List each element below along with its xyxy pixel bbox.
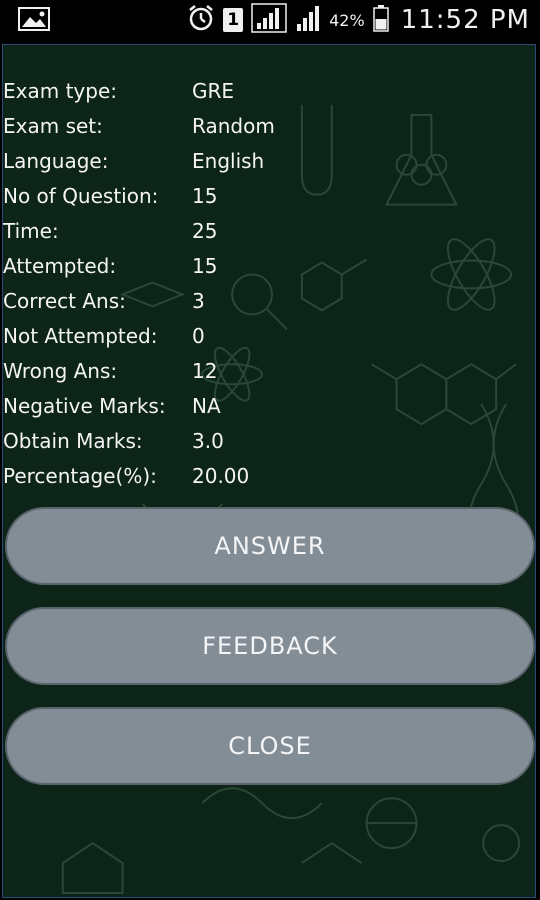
stat-label: Negative Marks:: [3, 393, 166, 418]
stat-row-negative-marks: Negative Marks: NA: [3, 388, 535, 423]
stat-row-attempted: Attempted: 15: [3, 248, 535, 283]
signal-icon: [251, 3, 287, 37]
stat-label: Correct Ans:: [3, 288, 126, 313]
stat-row-wrong-ans: Wrong Ans: 12: [3, 353, 535, 388]
stat-label: No of Question:: [3, 183, 159, 208]
stat-value: 15: [192, 183, 218, 208]
stat-row-time: Time: 25: [3, 213, 535, 248]
stat-label: Exam type:: [3, 78, 117, 103]
status-bar: 1 42% 11:52 PM: [0, 0, 540, 40]
stat-row-exam-set: Exam set: Random: [3, 108, 535, 143]
stat-label: Obtain Marks:: [3, 428, 143, 453]
stat-row-exam-type: Exam type: GRE: [3, 73, 535, 108]
answer-button[interactable]: ANSWER: [5, 507, 535, 585]
stat-label: Language:: [3, 148, 109, 173]
stat-value: 25: [192, 218, 218, 243]
feedback-button[interactable]: FEEDBACK: [5, 607, 535, 685]
close-button[interactable]: CLOSE: [5, 707, 535, 785]
stat-label: Percentage(%):: [3, 463, 157, 488]
stat-label: Attempted:: [3, 253, 117, 278]
clock: 11:52 PM: [400, 5, 530, 35]
result-stats: Exam type: GRE Exam set: Random Language…: [3, 73, 535, 493]
battery-percent: 42%: [329, 10, 365, 30]
stat-value: 20.00: [192, 463, 250, 488]
gallery-icon: [18, 7, 50, 31]
stat-value: Random: [192, 113, 275, 138]
stat-row-correct-ans: Correct Ans: 3: [3, 283, 535, 318]
stat-row-language: Language: English: [3, 143, 535, 178]
stat-value: 3.0: [192, 428, 224, 453]
stat-value: 0: [192, 323, 205, 348]
stat-row-percentage: Percentage(%): 20.00: [3, 458, 535, 493]
battery-icon: [372, 4, 389, 36]
stat-value: English: [192, 148, 265, 173]
stat-value: 15: [192, 253, 218, 278]
stat-row-not-attempted: Not Attempted: 0: [3, 318, 535, 353]
signal-icon-2: [295, 4, 321, 36]
stat-label: Time:: [3, 218, 59, 243]
stat-value: GRE: [192, 78, 235, 103]
stat-label: Exam set:: [3, 113, 103, 138]
alarm-icon: [187, 4, 215, 36]
stat-label: Wrong Ans:: [3, 358, 118, 383]
result-panel: Exam type: GRE Exam set: Random Language…: [2, 44, 536, 898]
sim-icon: 1: [223, 8, 244, 32]
stat-value: 3: [192, 288, 205, 313]
stat-value: NA: [192, 393, 221, 418]
stat-label: Not Attempted:: [3, 323, 158, 348]
stat-value: 12: [192, 358, 218, 383]
stat-row-no-of-question: No of Question: 15: [3, 178, 535, 213]
stat-row-obtain-marks: Obtain Marks: 3.0: [3, 423, 535, 458]
